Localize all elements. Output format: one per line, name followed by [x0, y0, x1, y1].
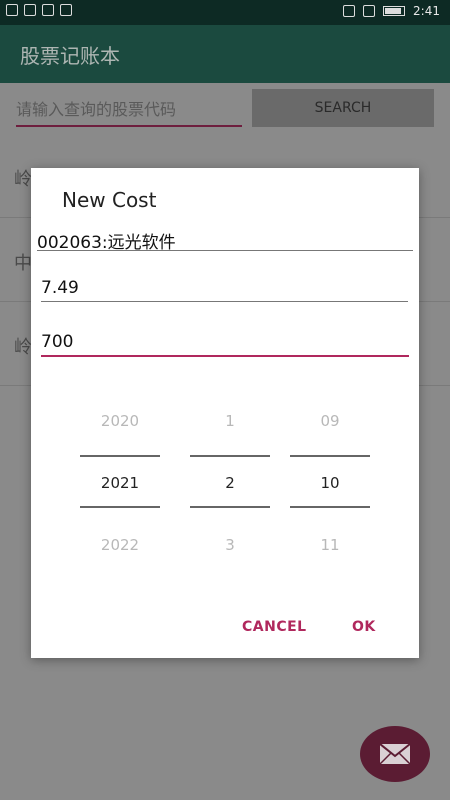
- status-left-icons: [6, 4, 72, 16]
- month-prev[interactable]: 1: [190, 412, 270, 430]
- month-divider-bottom: [190, 506, 270, 508]
- year-next[interactable]: 2022: [80, 536, 160, 554]
- search-input[interactable]: [16, 93, 242, 127]
- day-picker[interactable]: 09 10 11: [290, 398, 370, 554]
- month-divider-top: [190, 455, 270, 457]
- price-field-underline: [41, 301, 408, 302]
- hd-icon: [6, 4, 18, 16]
- price-field[interactable]: 7.49: [41, 278, 79, 298]
- dialog-title: New Cost: [62, 188, 157, 212]
- signal-icon: [24, 4, 36, 16]
- day-selected[interactable]: 10: [290, 474, 370, 492]
- list-item-label: 岭: [14, 337, 32, 358]
- day-divider-top: [290, 455, 370, 457]
- quantity-field-underline: [41, 355, 409, 357]
- year-selected[interactable]: 2021: [80, 474, 160, 492]
- year-picker[interactable]: 2020 2021 2022: [80, 398, 160, 554]
- stock-field-underline: [37, 250, 413, 251]
- list-item-label: 中: [14, 253, 32, 274]
- app-bar: 股票记账本: [0, 25, 450, 83]
- month-picker[interactable]: 1 2 3: [190, 398, 270, 554]
- alarm-icon: [363, 5, 376, 17]
- nfc-icon: [343, 5, 356, 17]
- wifi-icon: [42, 4, 54, 16]
- quantity-field[interactable]: 700: [41, 332, 73, 352]
- app-title: 股票记账本: [20, 44, 120, 68]
- mail-icon: [379, 743, 411, 765]
- year-divider-bottom: [80, 506, 160, 508]
- cancel-button[interactable]: CANCEL: [242, 619, 307, 635]
- ok-button[interactable]: OK: [352, 619, 376, 635]
- battery-icon: [383, 6, 406, 16]
- day-prev[interactable]: 09: [290, 412, 370, 430]
- month-selected[interactable]: 2: [190, 474, 270, 492]
- app-icon: [60, 4, 72, 16]
- day-next[interactable]: 11: [290, 536, 370, 554]
- year-prev[interactable]: 2020: [80, 412, 160, 430]
- search-button[interactable]: SEARCH: [252, 89, 434, 127]
- year-divider-top: [80, 455, 160, 457]
- list-item-label: 岭: [14, 169, 32, 190]
- status-right-icons: 2:41: [343, 4, 440, 18]
- status-bar: 2:41: [0, 0, 450, 25]
- month-next[interactable]: 3: [190, 536, 270, 554]
- mail-fab-button[interactable]: [360, 726, 430, 782]
- status-time: 2:41: [413, 4, 440, 18]
- new-cost-dialog: New Cost 002063:远光软件 7.49 700 2020 2021 …: [31, 168, 419, 658]
- day-divider-bottom: [290, 506, 370, 508]
